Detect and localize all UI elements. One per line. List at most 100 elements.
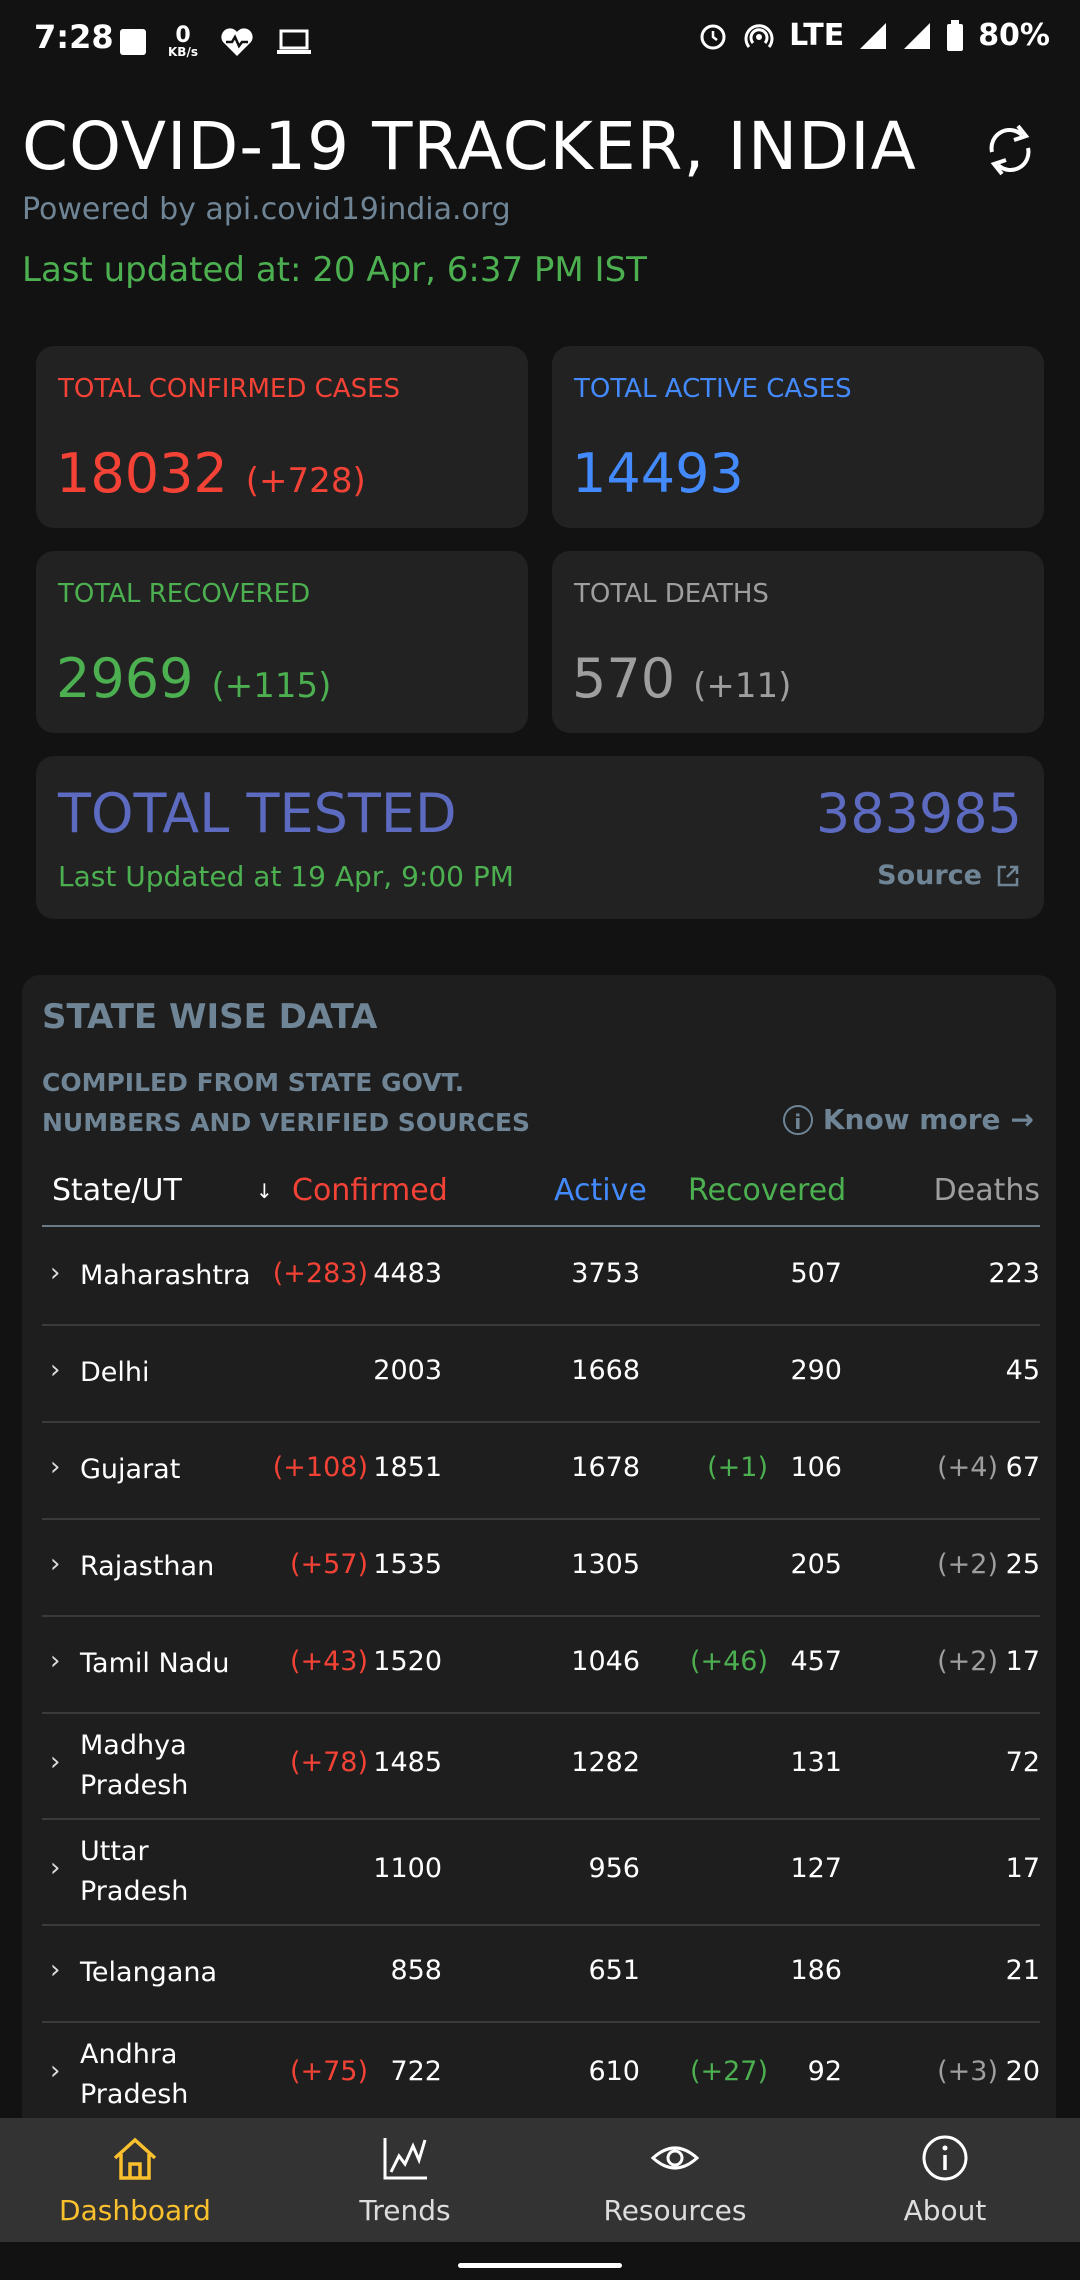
arrow-right-icon: → [1010,1103,1034,1136]
confirmed-delta-cell: (+43) [289,1645,368,1677]
state-row[interactable]: › Rajasthan (+57) 1535 1305 205 (+2) 25 [42,1518,1040,1617]
deaths-cell: 17 [1005,1853,1040,1884]
nav-about[interactable]: About [810,2118,1080,2242]
nav-dashboard[interactable]: Dashboard [0,2118,270,2242]
chevron-right-icon[interactable]: › [50,1258,60,1288]
table-header: State/UT ↓ Confirmed Active Recovered De… [42,1165,1040,1227]
state-name: Telangana [80,1953,217,1993]
chevron-right-icon[interactable]: › [50,1646,60,1676]
confirmed-cell: 858 [390,1954,442,1986]
recovered-delta: (+115) [211,666,332,706]
state-row[interactable]: › Tamil Nadu (+43) 1520 1046 (+46) 457 (+2) 17 [42,1615,1040,1714]
recovered-card: TOTAL RECOVERED 2969 (+115) [36,551,528,733]
confirmed-delta-cell: (+78) [289,1747,368,1778]
active-cell: 1046 [571,1645,640,1677]
state-wise-subtitle-line2: NUMBERS AND VERIFIED SOURCES [42,1108,531,1137]
state-row[interactable]: › Andhra Pradesh (+75) 722 610 (+27) 92 (+3) 20 [42,2021,1040,2129]
header-state[interactable]: State/UT [52,1173,182,1208]
chevron-right-icon[interactable]: › [50,1747,60,1777]
deaths-value: 570 [572,647,676,710]
state-row[interactable]: › Maharashtra (+283) 4483 3753 507 223 [42,1227,1040,1326]
tested-label: TOTAL TESTED [58,782,457,845]
deaths-card: TOTAL DEATHS 570 (+11) [552,551,1044,733]
deaths-cell: 72 [1005,1747,1040,1778]
chevron-right-icon[interactable]: › [50,2056,60,2086]
confirmed-cell: 4483 [373,1257,442,1289]
state-name: Rajasthan [80,1547,214,1587]
active-cell: 651 [588,1954,640,1986]
hotspot-icon [744,23,774,48]
state-row[interactable]: › Telangana 858 651 186 21 [42,1924,1040,2023]
nav-resources[interactable]: Resources [540,2118,810,2242]
deaths-cell: 20 [1005,2056,1040,2087]
state-name: Madhya Pradesh [80,1726,188,1806]
header-active[interactable]: Active [554,1173,647,1208]
deaths-cell: 25 [1005,1548,1040,1580]
header-confirmed[interactable]: Confirmed [292,1173,448,1208]
deaths-cell: 45 [1005,1354,1040,1386]
nav-dashboard-label: Dashboard [59,2194,211,2227]
active-card: TOTAL ACTIVE CASES 14493 [552,346,1044,528]
recovered-value: 2969 [56,647,194,710]
active-cell: 1668 [571,1354,640,1386]
header-recovered[interactable]: Recovered [688,1173,846,1208]
state-row[interactable]: › Madhya Pradesh (+78) 1485 1282 131 72 [42,1712,1040,1820]
nav-trends[interactable]: Trends [270,2118,540,2242]
refresh-icon[interactable] [978,118,1042,182]
active-cell: 3753 [571,1257,640,1289]
info-circle-icon [922,2135,968,2181]
confirmed-cell: 1485 [373,1747,442,1778]
nav-trends-label: Trends [359,2194,451,2227]
signal-icon-2 [904,22,931,49]
chevron-right-icon[interactable]: › [50,1853,60,1883]
home-icon [113,2137,157,2180]
status-time: 7:28 [34,18,114,56]
eye-icon [651,2146,699,2170]
source-link[interactable]: Source [877,860,1020,891]
state-name-line1: Andhra [80,2039,178,2070]
home-indicator[interactable] [458,2263,622,2268]
state-row[interactable]: › Delhi 2003 1668 290 45 [42,1324,1040,1423]
confirmed-card: TOTAL CONFIRMED CASES 18032 (+728) [36,346,528,528]
status-right-icons: LTE 80% [697,18,1050,53]
state-name: Uttar Pradesh [80,1832,188,1912]
recovered-cell: 127 [790,1853,842,1884]
know-more-link[interactable]: i Know more → [782,1103,1034,1136]
deaths-delta-cell: (+3) [937,2056,998,2087]
active-cell: 610 [588,2056,640,2087]
powered-by: Powered by api.covid19india.org [22,192,511,227]
state-wise-subtitle-line1: COMPILED FROM STATE GOVT. [42,1068,465,1097]
active-value: 14493 [572,442,744,505]
recovered-delta-cell: (+1) [707,1451,768,1483]
nav-resources-label: Resources [603,2194,747,2227]
confirmed-delta-cell: (+75) [289,2056,368,2087]
state-name-line2: Pradesh [80,1876,189,1907]
state-name-line2: Pradesh [80,1770,189,1801]
active-cell: 956 [588,1853,640,1884]
deaths-cell: 67 [1005,1451,1040,1483]
state-wise-subtitle: COMPILED FROM STATE GOVT. NUMBERS AND VE… [42,1063,530,1143]
state-name: Andhra Pradesh [80,2035,188,2115]
state-name-line1: Uttar [80,1836,149,1867]
chevron-right-icon[interactable]: › [50,1549,60,1579]
deaths-delta-cell: (+2) [937,1645,998,1677]
status-bar: 7:28 0 KB/s LTE 80% [0,0,1080,80]
recovered-cell: 205 [790,1548,842,1580]
state-row[interactable]: › Gujarat (+108) 1851 1678 (+1) 106 (+4) 67 [42,1421,1040,1520]
deaths-cell: 223 [988,1257,1040,1289]
recovered-value-row: 2969 (+115) [56,647,331,710]
external-link-icon [997,865,1019,886]
confirmed-value-row: 18032 (+728) [56,442,366,505]
header-deaths[interactable]: Deaths [934,1173,1040,1208]
state-name-line1: Tamil Nadu [80,1647,230,1679]
state-name: Gujarat [80,1450,180,1490]
chevron-right-icon[interactable]: › [50,1452,60,1482]
active-cell: 1282 [571,1747,640,1778]
chart-icon [383,2138,427,2180]
info-icon: i [782,1104,813,1135]
chevron-right-icon[interactable]: › [50,1955,60,1985]
recovered-label: TOTAL RECOVERED [58,579,311,609]
chevron-right-icon[interactable]: › [50,1355,60,1385]
sort-arrow-icon[interactable]: ↓ [256,1179,273,1203]
state-row[interactable]: › Uttar Pradesh 1100 956 127 17 [42,1818,1040,1926]
